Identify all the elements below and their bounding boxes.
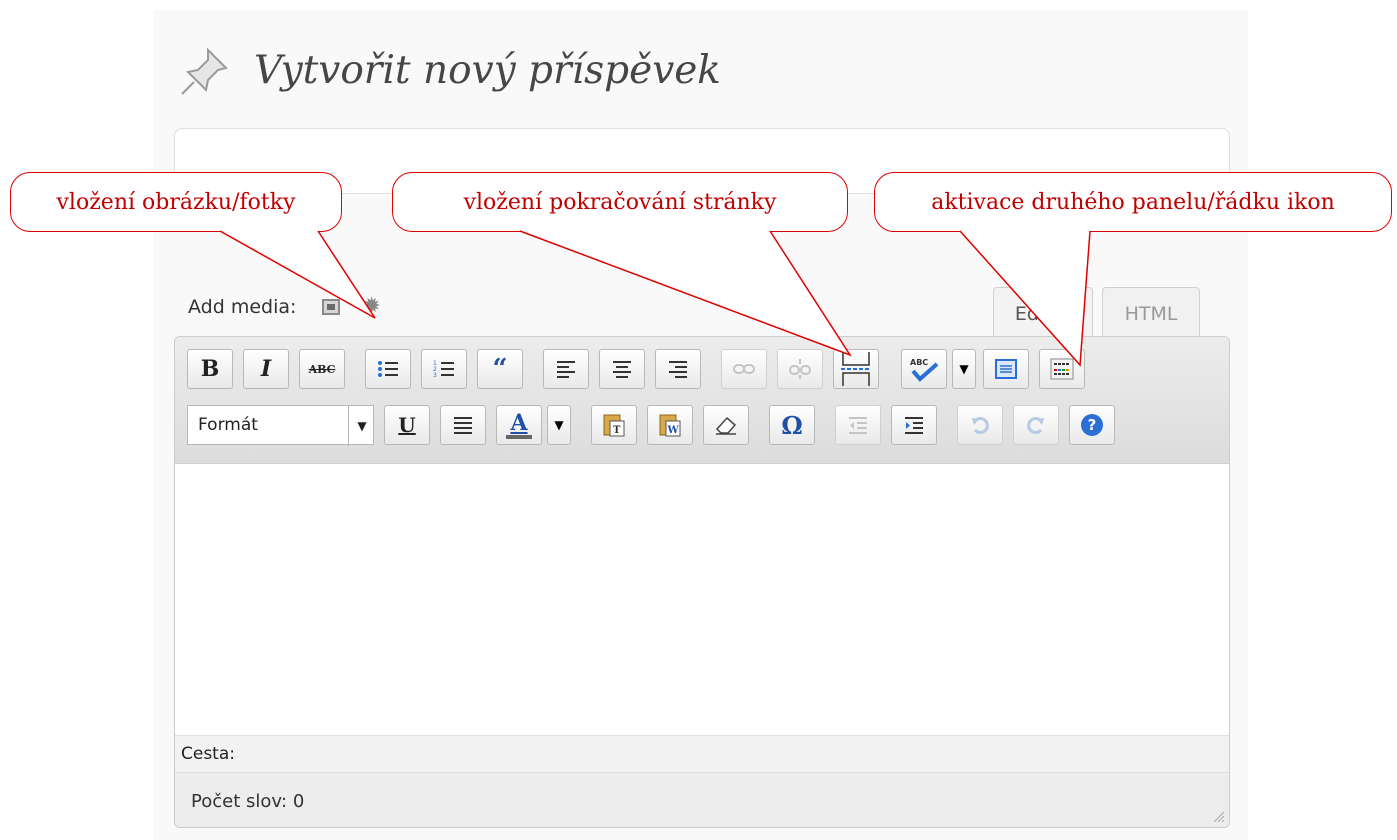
page-header: Vytvořit nový příspěvek — [178, 42, 721, 98]
tab-editor-label: Editor — [1014, 302, 1072, 325]
align-justify-icon — [454, 417, 472, 434]
fullscreen-icon — [995, 359, 1017, 379]
callout-kitchen-sink: aktivace druhého panelu/řádku ikon — [874, 172, 1392, 232]
chevron-down-icon: ▼ — [348, 406, 375, 446]
callout-page-break-text: vložení pokračování stránky — [463, 189, 777, 215]
chevron-down-icon: ▼ — [959, 362, 969, 376]
word-count-label: Počet slov: 0 — [191, 790, 305, 812]
special-character-button[interactable]: Ω — [769, 405, 815, 445]
redo-button[interactable] — [1013, 405, 1059, 445]
blockquote-icon: “ — [492, 354, 508, 384]
kitchen-sink-icon — [1050, 358, 1074, 380]
format-select[interactable]: Formát ▼ — [187, 405, 375, 446]
outdent-icon — [849, 417, 867, 434]
paste-text-icon: T — [603, 414, 625, 437]
blockquote-button[interactable]: “ — [477, 349, 523, 389]
unlink-button[interactable] — [777, 349, 823, 389]
bold-label: B — [200, 356, 220, 382]
justify-button[interactable] — [440, 405, 486, 445]
add-media-icon[interactable]: ✹ — [362, 296, 380, 318]
callout-page-break: vložení pokračování stránky — [392, 172, 848, 232]
text-color-icon: A — [506, 412, 532, 439]
insert-more-button[interactable] — [833, 349, 879, 389]
svg-text:T: T — [613, 425, 621, 436]
spellcheck-button[interactable]: ABC — [901, 349, 947, 389]
callout-image: vložení obrázku/fotky — [10, 172, 342, 232]
strikethrough-button[interactable]: ABC — [299, 349, 345, 389]
align-right-button[interactable] — [655, 349, 701, 389]
format-select-value: Formát — [198, 415, 258, 435]
italic-button[interactable]: I — [243, 349, 289, 389]
align-center-button[interactable] — [599, 349, 645, 389]
callout-image-text: vložení obrázku/fotky — [56, 189, 296, 215]
clear-formatting-button[interactable] — [703, 405, 749, 445]
align-left-icon — [557, 361, 575, 378]
omega-icon: Ω — [781, 410, 803, 440]
word-count-bar: Počet slov: 0 — [175, 773, 1229, 827]
bold-button[interactable]: B — [187, 349, 233, 389]
help-icon: ? — [1081, 414, 1103, 436]
tab-editor[interactable]: Editor — [993, 287, 1093, 339]
align-left-button[interactable] — [543, 349, 589, 389]
align-right-icon — [669, 361, 687, 378]
callout-kitchen-sink-text: aktivace druhého panelu/řádku ikon — [931, 189, 1335, 215]
fullscreen-button[interactable] — [983, 349, 1029, 389]
paste-text-button[interactable]: T — [591, 405, 637, 445]
bullet-list-button[interactable] — [365, 349, 411, 389]
strikethrough-label: ABC — [308, 362, 336, 376]
spellcheck-icon: ABC — [910, 358, 939, 382]
eraser-icon — [715, 416, 737, 435]
tab-html-label: HTML — [1124, 302, 1178, 325]
chevron-down-icon: ▼ — [554, 418, 564, 432]
indent-icon — [905, 417, 923, 434]
underline-button[interactable]: U — [384, 405, 430, 445]
page-title: Vytvořit nový příspěvek — [254, 47, 721, 93]
underline-label: U — [398, 413, 416, 437]
tab-html[interactable]: HTML — [1102, 287, 1200, 339]
editor-path-bar: Cesta: — [175, 735, 1229, 773]
svg-text:W: W — [667, 425, 680, 436]
editor: B I ABC 123 “ ABC ▼ Formát ▼ U A ▼ T W Ω… — [174, 336, 1230, 828]
text-color-button[interactable]: A — [496, 405, 542, 445]
add-media-label: Add media: — [188, 296, 297, 318]
insert-link-button[interactable] — [721, 349, 767, 389]
unlink-icon — [789, 359, 811, 379]
add-image-icon[interactable] — [322, 299, 341, 315]
page-break-icon — [841, 352, 871, 386]
editor-toolbar: B I ABC 123 “ ABC ▼ Formát ▼ U A ▼ T W Ω… — [175, 337, 1229, 464]
pushpin-icon — [181, 47, 228, 95]
editor-content-area[interactable] — [175, 464, 1229, 734]
numbered-list-icon: 123 — [433, 360, 454, 379]
kitchen-sink-button[interactable] — [1039, 349, 1085, 389]
undo-icon — [972, 417, 989, 434]
indent-button[interactable] — [891, 405, 937, 445]
paste-word-icon: W — [659, 414, 681, 437]
link-icon — [733, 364, 755, 374]
resize-handle-icon[interactable] — [1211, 809, 1225, 823]
outdent-button[interactable] — [835, 405, 881, 445]
bullet-list-icon — [378, 361, 398, 377]
add-media-bar: Add media: ✹ — [188, 296, 381, 319]
text-color-dropdown[interactable]: ▼ — [547, 405, 571, 445]
svg-text:ABC: ABC — [910, 358, 928, 367]
svg-text:3: 3 — [433, 372, 437, 379]
text-color-label: A — [510, 409, 528, 436]
spellcheck-dropdown[interactable]: ▼ — [952, 349, 976, 389]
paste-word-button[interactable]: W — [647, 405, 693, 445]
path-label: Cesta: — [181, 744, 235, 764]
numbered-list-button[interactable]: 123 — [421, 349, 467, 389]
align-center-icon — [613, 361, 631, 378]
undo-button[interactable] — [957, 405, 1003, 445]
redo-icon — [1027, 417, 1044, 434]
italic-label: I — [260, 356, 272, 382]
help-button[interactable]: ? — [1069, 405, 1115, 445]
